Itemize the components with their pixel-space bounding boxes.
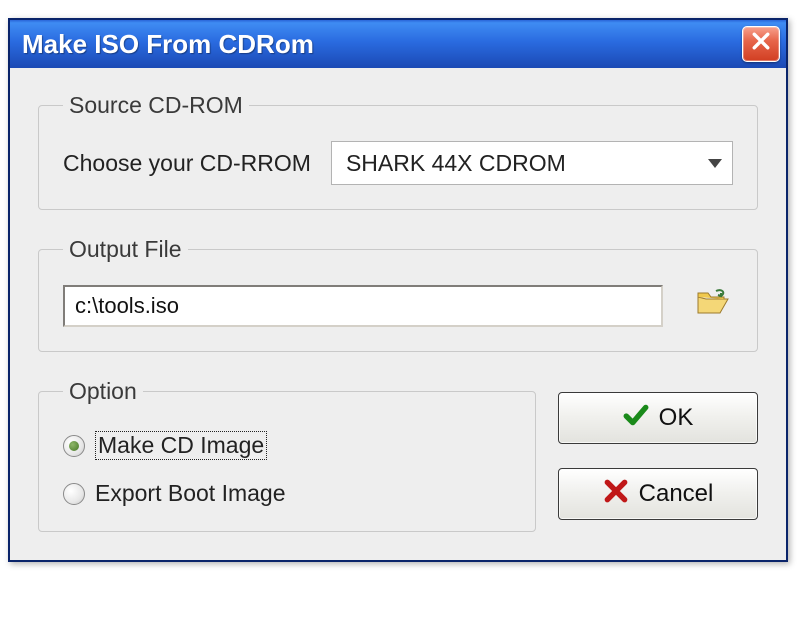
radio-icon	[63, 435, 85, 457]
group-output-legend: Output File	[63, 236, 188, 263]
cancel-button[interactable]: Cancel	[558, 468, 758, 520]
cdrom-dropdown-value: SHARK 44X CDROM	[346, 150, 708, 177]
window-title: Make ISO From CDRom	[22, 29, 742, 60]
close-icon	[752, 32, 770, 56]
dialog-make-iso: Make ISO From CDRom Source CD-ROM Choose…	[8, 18, 788, 562]
folder-open-icon	[696, 288, 730, 324]
chevron-down-icon	[708, 159, 722, 168]
group-option: Option Make CD Image Export Boot Image	[38, 378, 536, 532]
output-path-input[interactable]: c:\tools.iso	[63, 285, 663, 327]
cancel-button-label: Cancel	[639, 480, 714, 508]
group-option-legend: Option	[63, 378, 143, 405]
group-source-cdrom: Source CD-ROM Choose your CD-RROM SHARK …	[38, 92, 758, 210]
cdrom-dropdown[interactable]: SHARK 44X CDROM	[331, 141, 733, 185]
radio-make-cd-image[interactable]: Make CD Image	[63, 431, 511, 460]
group-output-file: Output File c:\tools.iso	[38, 236, 758, 352]
group-source-legend: Source CD-ROM	[63, 92, 249, 119]
radio-label: Export Boot Image	[95, 480, 286, 507]
dialog-body: Source CD-ROM Choose your CD-RROM SHARK …	[10, 68, 786, 560]
titlebar[interactable]: Make ISO From CDRom	[10, 20, 786, 68]
browse-button[interactable]	[693, 288, 733, 324]
ok-button[interactable]: OK	[558, 392, 758, 444]
watermark: LO4D.com	[664, 608, 788, 636]
close-button[interactable]	[742, 26, 780, 62]
radio-export-boot-image[interactable]: Export Boot Image	[63, 480, 511, 507]
radio-icon	[63, 483, 85, 505]
choose-cdrom-label: Choose your CD-RROM	[63, 150, 311, 177]
radio-label: Make CD Image	[95, 431, 267, 460]
check-icon	[623, 402, 649, 435]
ok-button-label: OK	[659, 404, 694, 432]
cross-icon	[603, 478, 629, 511]
